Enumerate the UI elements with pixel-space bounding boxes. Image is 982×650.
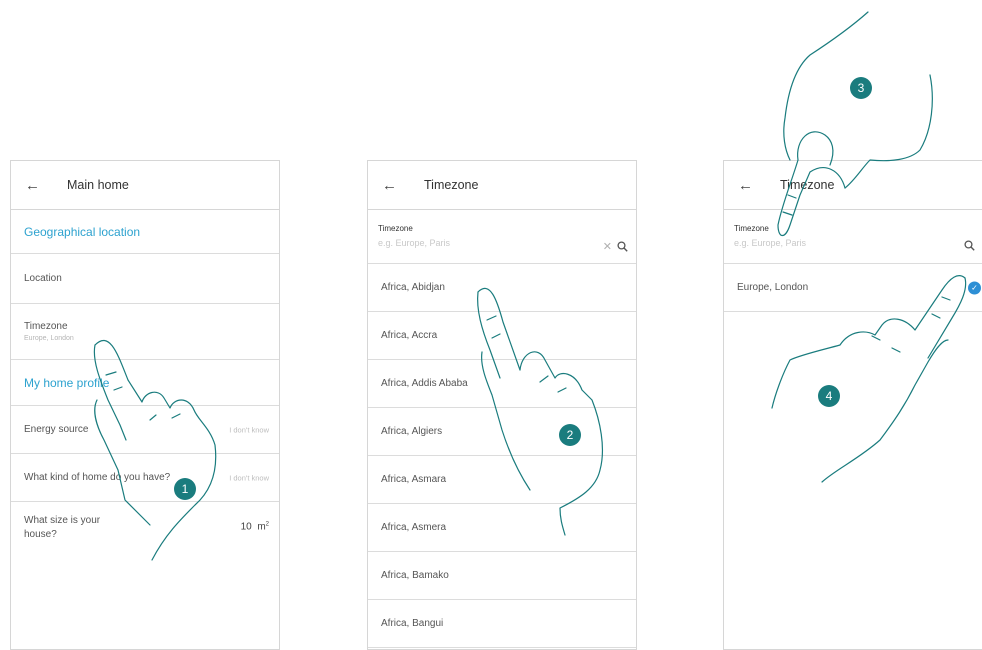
hand-pointer-1 <box>93 339 217 561</box>
hand-pointer-4 <box>771 275 967 483</box>
step-badge-4: 4 <box>818 385 840 407</box>
step-badge-2: 2 <box>559 424 581 446</box>
step-badge-3: 3 <box>850 77 872 99</box>
hand-illustrations <box>93 11 967 561</box>
hand-pointer-3 <box>777 11 933 237</box>
hand-pointer-2 <box>477 287 603 536</box>
step-badge-1: 1 <box>174 478 196 500</box>
